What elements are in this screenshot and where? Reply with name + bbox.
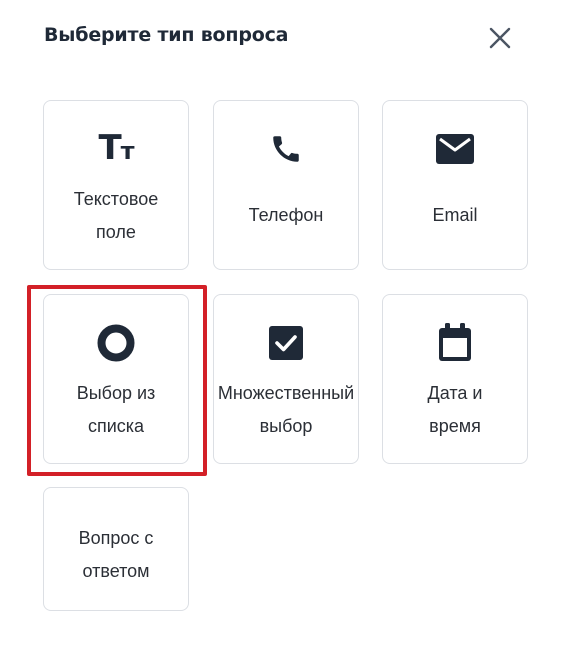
card-label-line2: поле xyxy=(96,222,136,242)
text-field-icon: Tт xyxy=(98,127,134,168)
checkbox-icon xyxy=(269,326,303,360)
question-type-text-field[interactable]: Tт Текстовое поле xyxy=(43,100,189,270)
close-icon xyxy=(489,27,511,49)
question-type-email[interactable]: Email xyxy=(382,100,528,270)
phone-icon xyxy=(273,136,299,162)
card-label-line2: время xyxy=(429,416,481,436)
calendar-icon xyxy=(439,323,471,361)
dialog-title: Выберите тип вопроса xyxy=(44,24,289,46)
radio-choice-icon xyxy=(97,324,135,362)
question-type-dialog: Выберите тип вопроса Tт Текстовое поле Т… xyxy=(0,0,575,645)
question-type-date-time[interactable]: Дата и время xyxy=(382,294,528,464)
card-label-line1: Дата и xyxy=(427,383,483,403)
card-label: Телефон xyxy=(248,205,324,225)
card-label-line1: Выбор из xyxy=(76,383,156,403)
card-label-line1: Текстовое xyxy=(73,189,159,209)
card-label-line2: ответом xyxy=(82,561,150,581)
card-label-line2: списка xyxy=(87,416,145,436)
question-type-single-choice[interactable]: Выбор из списка xyxy=(43,294,189,464)
card-label-line2: выбор xyxy=(259,416,313,436)
card-label: Email xyxy=(432,205,478,225)
email-icon xyxy=(436,134,474,164)
close-button[interactable] xyxy=(484,22,516,54)
card-label-line1: Множественный xyxy=(217,383,355,403)
question-type-multiple-choice[interactable]: Множественный выбор xyxy=(213,294,359,464)
question-type-question-answer[interactable]: Вопрос с ответом xyxy=(43,487,189,611)
question-type-phone[interactable]: Телефон xyxy=(213,100,359,270)
card-label-line1: Вопрос с xyxy=(78,528,154,548)
